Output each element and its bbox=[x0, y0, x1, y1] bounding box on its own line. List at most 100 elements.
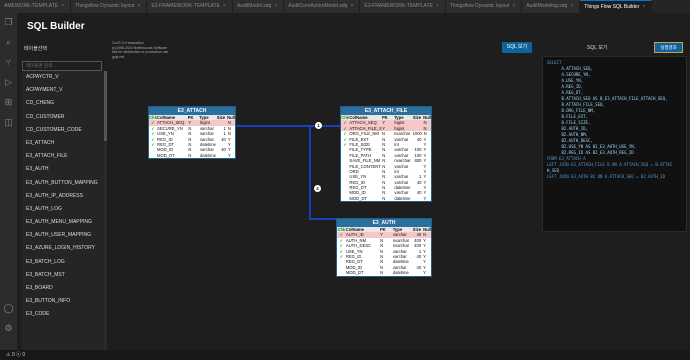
gear-icon[interactable]: ⚙ bbox=[3, 323, 14, 334]
tab-label: E3-FRAMEWORK-TEMPLATE bbox=[364, 3, 433, 9]
entity-title: E3_AUTH bbox=[337, 219, 431, 227]
link-label-2: 2 bbox=[314, 185, 321, 192]
table-list-item[interactable]: E3_AUTH bbox=[22, 163, 107, 176]
problems-indicator[interactable]: ⚠ 0 ⓧ 0 bbox=[6, 350, 25, 360]
sql-line: LEFT JOIN E3_ATTACH_FILE B ON A.ATTACH_S… bbox=[547, 162, 673, 167]
table-list: ACPAYCTR_V ACPAYMENT_V CD_CHENG CD_CUSTOMER… bbox=[22, 71, 107, 350]
table-list-item[interactable]: E3_BATCH_LOG bbox=[22, 256, 107, 269]
sql-builder-view: SQL Builder 테이블선택 ACPAYCTR_VACPAYMENT_VC… bbox=[17, 13, 690, 350]
column-type: datetime bbox=[392, 270, 409, 276]
table-list-item[interactable]: CD_CUSTOMER bbox=[22, 111, 107, 124]
table-list-item[interactable]: E3_AZURE_LOGIN_HISTORY bbox=[22, 242, 107, 255]
column-null: Y bbox=[423, 195, 427, 201]
editor-tab[interactable]: E3-FRAMEWORK-TEMPLATE × bbox=[147, 0, 233, 13]
column-size bbox=[413, 196, 423, 201]
column-row[interactable]: MOD_DT Ndatetime Y bbox=[337, 270, 431, 275]
tab-label: E3-FRAMEWORK-TEMPLATE bbox=[151, 3, 220, 9]
tab-label: Thingsflow Dynamic layout bbox=[75, 3, 135, 9]
sql-code-view: SELECT A.ATTACH_SEQ, A.SECURE_YN, A.USE_… bbox=[542, 56, 687, 232]
editor-tab[interactable]: AMEWORK-TEMPLATE × bbox=[0, 0, 71, 13]
diagram-canvas[interactable]: 1 2 E3_ATTACH Chk ColName PK Type Size Null ✓ AT… bbox=[110, 73, 540, 350]
column-checkbox[interactable] bbox=[337, 270, 346, 275]
tab-label: AuditModeling.sdq bbox=[526, 3, 568, 9]
column-row[interactable]: MOD_DT Ndatetime Y bbox=[149, 153, 235, 158]
activity-bar: ❐ ⌕ ⑂ ▷ ⊞ ◫ ◯ ⚙ bbox=[0, 13, 17, 350]
source-control-icon[interactable]: ⑂ bbox=[3, 57, 14, 68]
close-icon[interactable]: × bbox=[436, 3, 439, 9]
table-list-item[interactable]: E3_ATTACH_FILE bbox=[22, 150, 107, 163]
page-title: SQL Builder bbox=[27, 21, 85, 32]
table-select-label: 테이블선택 bbox=[24, 46, 48, 52]
close-icon[interactable]: × bbox=[350, 3, 353, 9]
tab-label: AuditCoreActionModel.sdq bbox=[288, 3, 348, 9]
close-icon[interactable]: × bbox=[642, 4, 645, 10]
extensions-icon[interactable]: ⊞ bbox=[3, 97, 14, 108]
tab-label: Thingsflow Dynamic layout bbox=[449, 3, 510, 9]
column-null: Y bbox=[423, 270, 426, 276]
explorer-icon[interactable]: ❐ bbox=[3, 17, 14, 28]
editor-tab[interactable]: AuditModeling.sdq × bbox=[522, 0, 581, 13]
editor-tab[interactable]: AuditCoreActionModel.sdq × bbox=[284, 0, 361, 13]
table-list-item[interactable]: E3_ATTACH bbox=[22, 137, 107, 150]
tab-label: AMEWORK-TEMPLATE bbox=[4, 3, 59, 9]
close-icon[interactable]: × bbox=[274, 3, 277, 9]
close-icon[interactable]: × bbox=[61, 3, 64, 9]
column-null: Y bbox=[227, 152, 231, 158]
entity-e3-attach[interactable]: E3_ATTACH Chk ColName PK Type Size Null ✓ ATTACH… bbox=[148, 106, 236, 160]
column-type: datetime bbox=[199, 152, 216, 158]
editor-tab[interactable]: Thingsflow Dynamic layout × bbox=[71, 0, 148, 13]
table-list-item[interactable]: E3_AUTH_BUTTON_MAPPING bbox=[22, 177, 107, 190]
entity-e3-auth[interactable]: E3_AUTH Chk ColName PK Type Size Null ✓ AUTH_ID Y… bbox=[336, 218, 432, 277]
table-search-input[interactable] bbox=[22, 60, 102, 71]
status-bar: ⚠ 0 ⓧ 0 bbox=[0, 350, 690, 360]
tab-label: AuditModel.sdq bbox=[236, 3, 272, 9]
entity-title: E3_ATTACH bbox=[149, 107, 235, 115]
column-pk: N bbox=[382, 195, 386, 201]
table-list-item[interactable]: E3_AUTH_USER_MAPPING bbox=[22, 229, 107, 242]
column-type: datetime bbox=[394, 195, 411, 201]
table-list-item[interactable]: E3_AUTH_IP_ADDRESS bbox=[22, 190, 107, 203]
remote-icon[interactable]: ◫ bbox=[3, 117, 14, 128]
sql-view-label: SQL 보기 bbox=[587, 45, 608, 51]
table-list-scrollbar[interactable] bbox=[104, 71, 107, 350]
run-debug-icon[interactable]: ▷ bbox=[3, 77, 14, 88]
table-list-item[interactable]: ACPAYMENT_V bbox=[22, 84, 107, 97]
editor-tab[interactable]: AuditModel.sdq × bbox=[232, 0, 285, 13]
table-list-item[interactable]: CD_CHENG bbox=[22, 97, 107, 110]
entity-title: E3_ATTACH_FILE bbox=[341, 107, 431, 115]
sql-preview-panel: SQL 보기 실행결과 SELECT A.ATTACH_SEQ, A.SECUR… bbox=[542, 42, 687, 232]
table-list-item[interactable]: E3_BOARD bbox=[22, 282, 107, 295]
close-icon[interactable]: × bbox=[137, 3, 140, 9]
table-list-item[interactable]: ACPAYCTR_V bbox=[22, 71, 107, 84]
editor-tab[interactable]: Things Flow SQL Builder × bbox=[580, 0, 653, 13]
table-list-item[interactable]: E3_CODE bbox=[22, 308, 107, 321]
table-list-item[interactable]: E3_BUTTON_INFO bbox=[22, 295, 107, 308]
table-list-item[interactable]: E3_BATCH_MST bbox=[22, 269, 107, 282]
column-name: MOD_DT bbox=[345, 270, 364, 276]
close-icon[interactable]: × bbox=[570, 3, 573, 9]
column-size bbox=[412, 270, 423, 275]
column-pk: N bbox=[380, 270, 384, 276]
scrollbar-thumb[interactable] bbox=[104, 71, 107, 141]
close-icon[interactable]: × bbox=[223, 3, 226, 9]
license-line: Not for distribution or production use bbox=[112, 50, 169, 54]
link-label-1: 1 bbox=[315, 122, 322, 129]
column-pk: N bbox=[188, 152, 192, 158]
tab-label: Things Flow SQL Builder bbox=[584, 4, 640, 10]
link-attach-to-auth[interactable] bbox=[219, 125, 336, 220]
column-row[interactable]: MOD_DT Ndatetime Y bbox=[341, 196, 431, 201]
license-line: gojs.net bbox=[112, 54, 125, 59]
column-checkbox[interactable] bbox=[341, 196, 349, 201]
view-sql-button[interactable]: SQL 보기 bbox=[502, 42, 532, 53]
close-icon[interactable]: × bbox=[512, 3, 515, 9]
table-list-item[interactable]: CD_CUSTOMER_CODE bbox=[22, 124, 107, 137]
table-list-item[interactable]: E3_AUTH_MENU_MAPPING bbox=[22, 216, 107, 229]
entity-e3-attach-file[interactable]: E3_ATTACH_FILE Chk ColName PK Type Size Null ✓ A… bbox=[340, 106, 432, 203]
editor-tab[interactable]: Thingsflow Dynamic layout × bbox=[445, 0, 523, 13]
table-list-item[interactable]: E3_AUTH_LOG bbox=[22, 203, 107, 216]
run-result-button[interactable]: 실행결과 bbox=[654, 42, 683, 53]
search-icon[interactable]: ⌕ bbox=[3, 37, 14, 48]
editor-tab[interactable]: E3-FRAMEWORK-TEMPLATE × bbox=[360, 0, 446, 13]
account-icon[interactable]: ◯ bbox=[3, 303, 14, 314]
column-checkbox[interactable] bbox=[149, 153, 157, 158]
